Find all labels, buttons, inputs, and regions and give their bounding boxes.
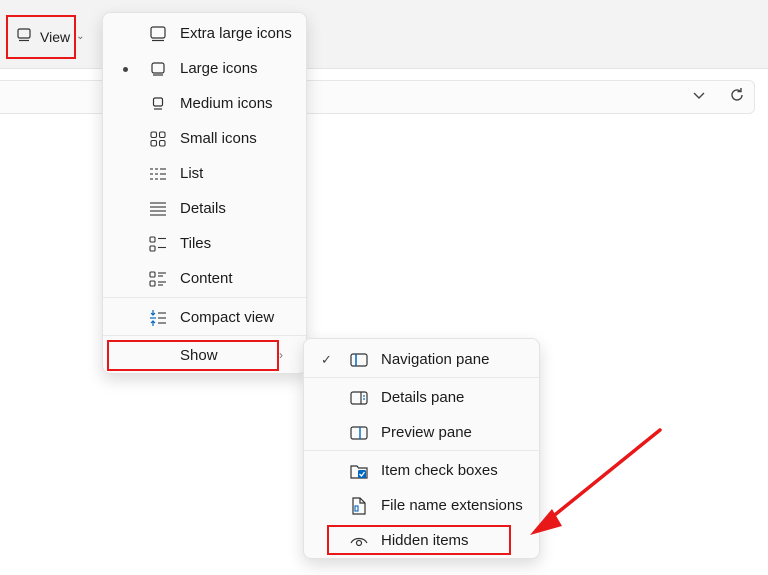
annotation-arrow-icon bbox=[530, 428, 662, 535]
